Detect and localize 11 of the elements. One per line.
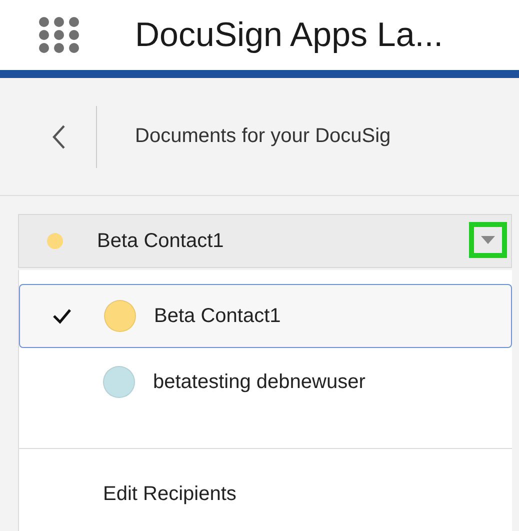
back-icon[interactable]	[52, 124, 66, 150]
menu-item[interactable]: betatesting debnewuser	[19, 350, 512, 414]
app-launcher-icon[interactable]	[38, 16, 80, 54]
page-title: Documents for your DocuSig	[135, 125, 391, 148]
app-title: DocuSign Apps La...	[135, 16, 444, 54]
dropdown-caret-icon[interactable]	[469, 222, 507, 258]
selected-recipient: Beta Contact1	[97, 230, 224, 252]
recipient-dropdown[interactable]: Beta Contact1	[18, 214, 512, 268]
check-icon	[52, 308, 72, 324]
edit-recipients-item[interactable]: Edit Recipients	[19, 449, 236, 506]
menu-item[interactable]: Beta Contact1	[19, 284, 512, 348]
